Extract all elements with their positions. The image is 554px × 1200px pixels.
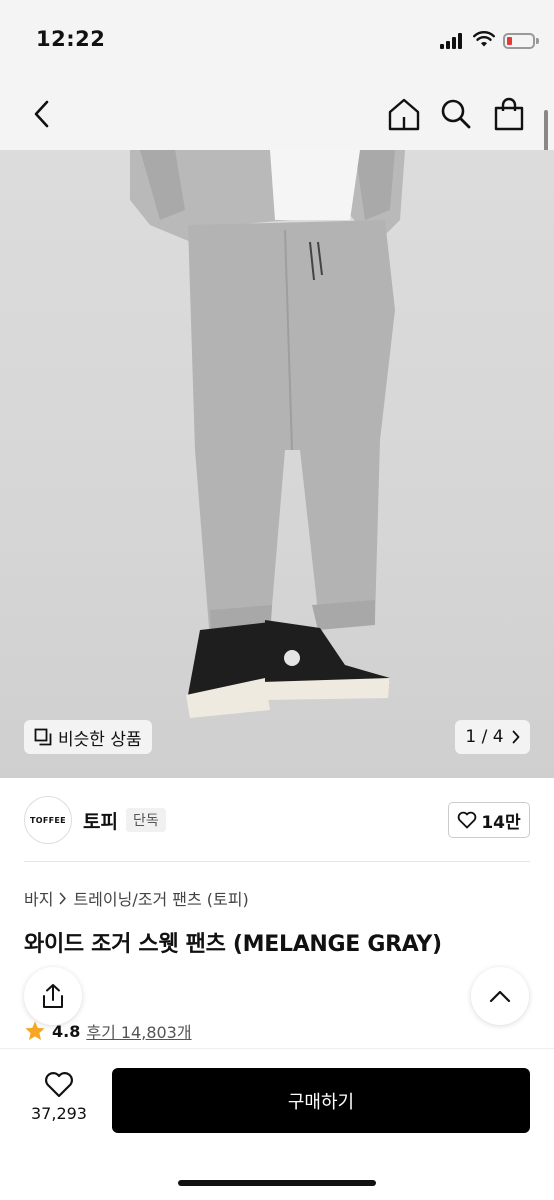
star-icon (25, 1021, 45, 1040)
battery-tip (536, 38, 539, 44)
signal-icon (440, 33, 464, 49)
breadcrumb: 바지 트레이닝/조거 팬츠 (토피) (24, 886, 249, 910)
home-icon (388, 98, 420, 131)
similar-icon (34, 728, 52, 746)
review-link[interactable]: 후기 14,803개 (86, 1019, 191, 1043)
product-title: 와이드 조거 스웻 팬츠 (MELANGE GRAY) (24, 932, 442, 957)
back-icon (34, 100, 49, 128)
bottom-action-bar: 37,293 구매하기 (0, 1048, 554, 1200)
search-button[interactable] (436, 94, 476, 134)
brand-like-count: 14만 (481, 812, 521, 833)
brand-logo-text: TOFFEE (30, 815, 66, 825)
home-indicator (178, 1180, 376, 1186)
wifi-icon (473, 31, 495, 47)
battery-icon (503, 33, 535, 49)
share-icon (43, 984, 63, 1008)
heart-icon (458, 811, 477, 829)
divider (24, 861, 530, 862)
buy-button[interactable]: 구매하기 (112, 1068, 530, 1133)
chevron-right-icon (60, 892, 67, 904)
chevron-up-icon (489, 990, 511, 1002)
home-button[interactable] (384, 94, 424, 134)
product-image[interactable] (0, 150, 554, 778)
scroll-top-button[interactable] (471, 967, 529, 1025)
breadcrumb-item-category[interactable]: 트레이닝/조거 팬츠 (토피) (73, 886, 248, 910)
similar-products-label: 비슷한 상품 (58, 729, 142, 750)
similar-products-button[interactable]: 비슷한 상품 (24, 720, 152, 754)
nav-bar (0, 80, 554, 182)
breadcrumb-item-pants[interactable]: 바지 (24, 886, 53, 910)
rating-row: 4.8 후기 14,803개 (24, 1019, 192, 1043)
brand-row: TOFFEE 토피 단독 14만 (0, 780, 554, 860)
rating-value: 4.8 (52, 1021, 81, 1041)
cart-button[interactable] (489, 94, 529, 134)
product-photo (130, 150, 405, 718)
wishlist-count: 37,293 (31, 1104, 87, 1123)
status-time: 12:22 (36, 27, 106, 51)
back-button[interactable] (22, 94, 62, 134)
status-bar: 12:22 (0, 0, 554, 80)
heart-icon (45, 1072, 73, 1098)
share-button[interactable] (24, 967, 82, 1025)
page-indicator-label: 1 / 4 (465, 727, 504, 747)
brand-name[interactable]: 토피 (83, 807, 118, 834)
search-icon (441, 99, 471, 129)
brand-like-button[interactable]: 14만 (448, 802, 530, 838)
brand-logo[interactable]: TOFFEE (24, 796, 72, 844)
chevron-right-icon (512, 730, 519, 744)
wishlist-button[interactable]: 37,293 (22, 1071, 96, 1123)
shopping-bag-icon (494, 97, 524, 131)
battery-level (507, 37, 512, 45)
image-page-indicator[interactable]: 1 / 4 (455, 720, 530, 754)
exclusive-badge: 단독 (126, 808, 166, 832)
